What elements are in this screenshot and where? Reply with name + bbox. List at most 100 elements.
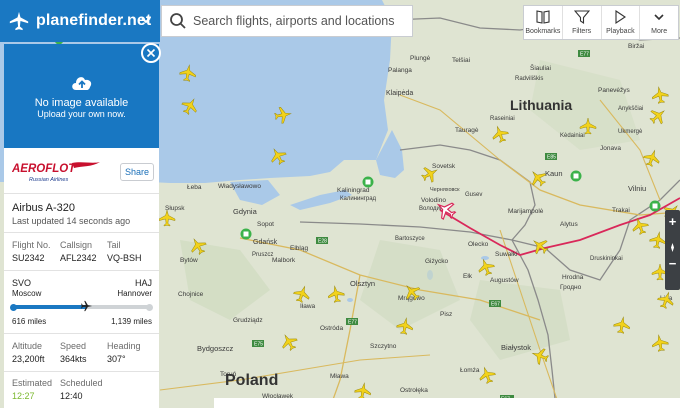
bookmarks-button[interactable]: Bookmarks (524, 6, 563, 39)
brand-menu[interactable]: planefinder.net (0, 0, 160, 42)
compass-icon[interactable] (668, 239, 677, 252)
dest-dot (146, 303, 153, 311)
dest-code[interactable]: HAJ (135, 278, 152, 288)
city-label-hrodna: Hrodna (562, 274, 584, 281)
filter-icon (573, 10, 590, 25)
playback-button[interactable]: Playback (602, 6, 641, 39)
upload-link[interactable]: Upload your own now. (4, 109, 159, 119)
close-panel-button[interactable] (141, 43, 161, 63)
speed-label: Speed (60, 341, 87, 351)
divider (4, 371, 159, 372)
chevron-down-icon[interactable] (138, 12, 154, 28)
origin-code[interactable]: SVO (12, 278, 31, 288)
city-label-ilawa: Iława (300, 303, 316, 310)
scheduled-label: Scheduled (60, 378, 103, 388)
svg-text:AEROFLOT: AEROFLOT (12, 163, 76, 175)
bookmarks-label: Bookmarks (525, 28, 561, 35)
city-label-birzai: Biržai (628, 43, 644, 50)
brand-name: planefinder.net (36, 12, 152, 29)
city-label-slupsk: Słupsk (165, 205, 185, 212)
country-label-lithuania: Lithuania (510, 97, 572, 113)
city-label-bydgoszcz: Bydgoszcz (197, 344, 234, 353)
city-label-kaliningrad_ru: Калининград (340, 196, 377, 202)
search-input[interactable]: Search flights, airports and locations (193, 14, 395, 28)
city-label-ostroda: Ostróda (320, 325, 344, 332)
more-chevron-icon (654, 14, 664, 21)
no-image-banner[interactable]: No image available Upload your own now. (4, 44, 159, 148)
playback-label: Playback (606, 28, 635, 35)
city-label-gdansk: Gdańsk (253, 239, 278, 246)
city-label-gusev: Gusev (465, 192, 482, 198)
svg-text:E77: E77 (348, 320, 357, 326)
flight-no-label: Flight No. (12, 240, 51, 250)
playback-icon (615, 9, 627, 25)
city-label-sopot: Sopot (257, 221, 274, 228)
search-box[interactable]: Search flights, airports and locations (161, 5, 413, 37)
city-label-bytow: Bytów (180, 257, 198, 264)
airport-marker-vilnius (649, 200, 661, 212)
map-toolbar: Bookmarks Filters Playback More (523, 5, 679, 40)
city-label-elk: Ełk (463, 273, 473, 280)
aircraft-type: Airbus A-320 (12, 202, 75, 214)
estimated-label: Estimated (12, 378, 53, 388)
zoom-control: + − (665, 210, 680, 290)
city-label-raseiniai: Raseiniai (490, 116, 515, 122)
divider (4, 333, 159, 334)
zoom-out-button[interactable]: − (665, 256, 680, 271)
city-label-gizycko: Giżycko (425, 258, 449, 265)
airport-marker-kaliningrad (362, 176, 374, 188)
city-label-leba: Łeba (187, 184, 202, 191)
flight-progress-bar (10, 300, 153, 312)
city-label-lomza: Łomża (460, 367, 480, 374)
speed-value: 364kts (60, 354, 87, 364)
city-label-volodino: Volodino (421, 197, 446, 204)
city-label-chojnice: Chojnice (178, 291, 204, 298)
city-label-plunge: Plungė (410, 55, 431, 62)
city-label-jonava: Jonava (600, 145, 621, 152)
city-label-kedainiai: Kėdainiai (560, 133, 585, 139)
city-label-augustow: Augustów (490, 277, 519, 284)
city-label-druskininkai: Druskininkai (590, 256, 623, 262)
city-label-wladyslawowo: Władysławowo (218, 183, 261, 190)
filters-button[interactable]: Filters (563, 6, 602, 39)
scheduled-time: 12:40 (60, 391, 83, 401)
tail-value: VQ-BSH (107, 253, 142, 263)
svg-text:E77: E77 (580, 52, 589, 58)
divider (4, 270, 159, 271)
city-label-kaunas: Kaun (545, 169, 563, 178)
airport-marker-kaunas (570, 170, 582, 182)
svg-text:E67: E67 (491, 302, 500, 308)
distance-flown: 616 miles (12, 317, 47, 326)
city-label-suwalki: Suwałki (495, 251, 517, 258)
bookmarks-icon (536, 10, 550, 24)
city-label-chernyakhovsk: Черняховск (430, 187, 460, 193)
distance-remaining: 1,139 miles (111, 317, 152, 326)
share-button[interactable]: Share (120, 163, 154, 181)
zoom-in-button[interactable]: + (665, 214, 680, 229)
city-label-bialystok: Białystok (501, 343, 531, 352)
svg-text:Russian Airlines: Russian Airlines (29, 177, 68, 183)
city-label-malbork: Malbork (272, 257, 296, 264)
city-label-ukmerge: Ukmergė (618, 129, 643, 135)
estimated-time: 12:27 (12, 391, 35, 401)
top-bar: planefinder.net Search flights, airports… (0, 0, 680, 42)
progress-plane-icon (81, 300, 93, 312)
filters-label: Filters (572, 28, 592, 35)
city-label-ostroleka: Ostrołęka (400, 387, 428, 394)
heading-label: Heading (107, 341, 141, 351)
plane-logo-icon (9, 11, 29, 31)
city-label-pruszcz: Pruszcz (252, 252, 273, 258)
city-label-grodno: Гродно (560, 284, 582, 291)
divider (4, 232, 159, 233)
flight-no-value: SU2342 (12, 253, 45, 263)
city-label-panevezys: Panevėžys (598, 87, 631, 94)
more-button[interactable]: More (640, 6, 678, 39)
more-label: More (651, 28, 668, 35)
city-label-anyksciai: Anykščiai (618, 106, 643, 112)
airport-marker-gdansk (240, 228, 252, 240)
callsign-value: AFL2342 (60, 253, 97, 263)
airline-logo: AEROFLOT Russian Airlines (12, 162, 100, 183)
origin-dot (10, 303, 17, 311)
flight-info-panel: No image available Upload your own now. … (4, 44, 159, 408)
city-label-alytus: Alytus (560, 221, 578, 228)
